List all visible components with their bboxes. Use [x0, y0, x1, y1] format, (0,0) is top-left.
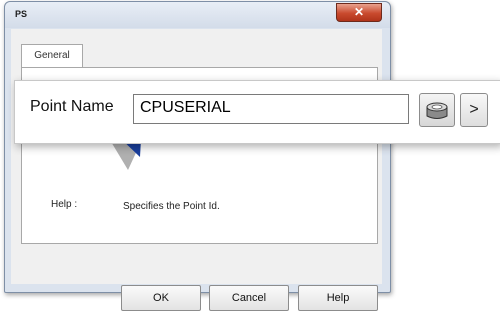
ps-dialog: PS ✕ General Help : Specifies the Point … — [4, 1, 391, 311]
point-name-label: Point Name — [30, 98, 114, 115]
help-label: Help : — [51, 199, 78, 210]
help-button[interactable]: Help — [298, 285, 378, 311]
point-name-callout: Point Name CPUSERIAL > — [14, 80, 500, 144]
tab-general[interactable]: General — [21, 44, 83, 68]
window-title: PS — [15, 9, 28, 19]
point-name-input[interactable]: CPUSERIAL — [133, 94, 409, 124]
cancel-button[interactable]: Cancel — [209, 285, 289, 311]
next-button[interactable]: > — [460, 93, 488, 127]
chevron-right-icon: > — [469, 101, 479, 118]
browse-points-button[interactable] — [419, 93, 455, 127]
ok-button[interactable]: OK — [121, 285, 201, 311]
close-icon: ✕ — [353, 5, 365, 19]
dialog-client-area: General Help : Specifies the Point Id. O… — [11, 29, 382, 311]
title-bar[interactable]: PS ✕ — [5, 2, 390, 28]
hard-drive-icon — [426, 102, 448, 119]
help-text: Specifies the Point Id. — [123, 201, 220, 212]
close-button[interactable]: ✕ — [336, 3, 382, 22]
